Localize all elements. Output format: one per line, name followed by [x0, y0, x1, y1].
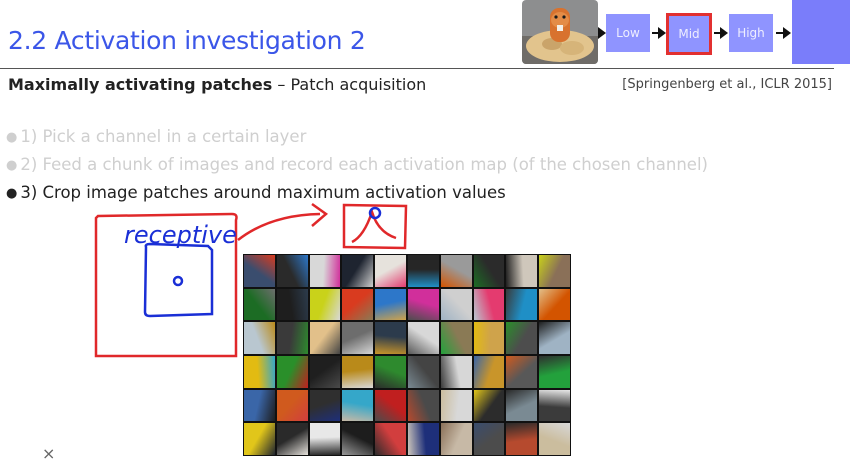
patch-cell [276, 423, 308, 455]
patch-cell [440, 255, 472, 287]
patch-cell [539, 355, 570, 388]
activation-point-icon [172, 275, 184, 287]
patch-cell [375, 322, 406, 354]
patch-cell [244, 423, 275, 455]
patch-cell [276, 255, 308, 287]
patch-cell [309, 423, 341, 455]
curved-arrow-icon [237, 212, 321, 241]
patch-cell [375, 255, 406, 287]
close-icon[interactable]: × [42, 446, 55, 462]
patch-cell [440, 389, 472, 422]
patch-cell [407, 322, 439, 354]
patch-cell [539, 255, 570, 287]
patch-cell [244, 355, 275, 388]
patch-cell [440, 288, 472, 321]
patch-cell [276, 389, 308, 422]
patch-cell [473, 355, 505, 388]
patch-cell [309, 322, 341, 354]
patch-cell [309, 389, 341, 422]
patch-cell [539, 389, 570, 422]
handwritten-receptive-label: receptive [124, 221, 237, 249]
patch-cell [375, 355, 406, 388]
patch-cell [342, 355, 374, 388]
patch-cell [407, 423, 439, 455]
patch-cell [375, 389, 406, 422]
patch-cell [342, 322, 374, 354]
patch-cell [244, 322, 275, 354]
patch-cell [309, 288, 341, 321]
patch-cell [342, 255, 374, 287]
patch-cell [244, 255, 275, 287]
activation-peak-curve [351, 207, 397, 244]
patch-cell [440, 355, 472, 388]
patch-cell [506, 288, 538, 321]
patch-cell [407, 255, 439, 287]
patch-cell [539, 423, 570, 455]
patch-cell [539, 288, 570, 321]
patch-cell [342, 389, 374, 422]
patch-cell [473, 389, 505, 422]
patch-cell [473, 255, 505, 287]
patch-cell [244, 288, 275, 321]
patch-cell [407, 389, 439, 422]
patch-cell [506, 322, 538, 354]
patch-cell [506, 255, 538, 287]
patch-cell [440, 423, 472, 455]
patch-cell [276, 355, 308, 388]
patch-cell [309, 355, 341, 388]
patch-cell [407, 355, 439, 388]
patch-cell [375, 288, 406, 321]
patch-cell [539, 322, 570, 354]
patch-cell [309, 255, 341, 287]
patch-cell [375, 423, 406, 455]
patch-cell [506, 423, 538, 455]
patch-cell [407, 288, 439, 321]
patch-cell [276, 288, 308, 321]
patch-cell [473, 288, 505, 321]
patch-cell [342, 423, 374, 455]
activating-patches-grid [243, 254, 571, 456]
patch-cell [473, 423, 505, 455]
patch-cell [244, 389, 275, 422]
activation-box [143, 242, 214, 318]
patch-cell [440, 322, 472, 354]
patch-cell [473, 322, 505, 354]
patch-cell [506, 389, 538, 422]
patch-cell [342, 288, 374, 321]
patch-cell [276, 322, 308, 354]
patch-cell [506, 355, 538, 388]
